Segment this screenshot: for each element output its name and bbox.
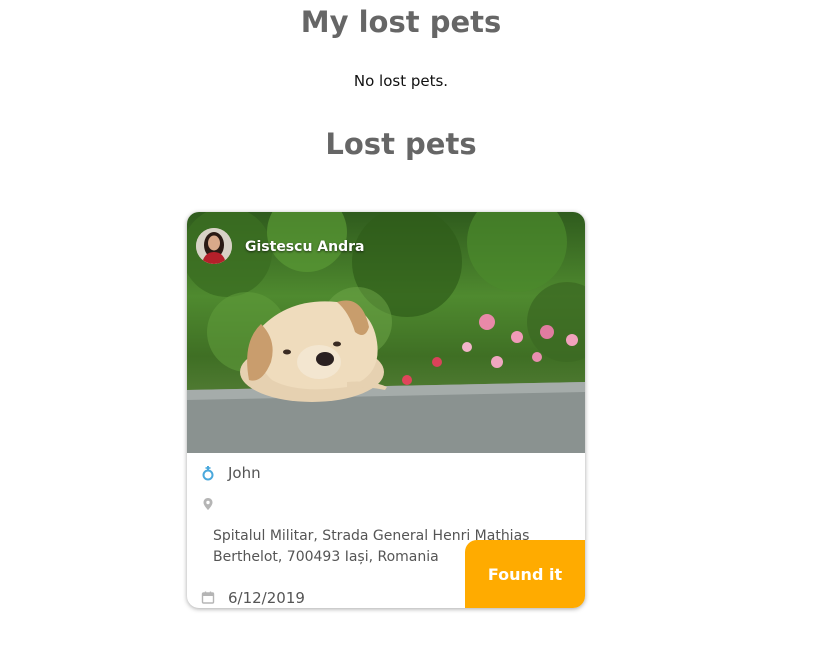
lost-pets-heading: Lost pets (325, 127, 477, 161)
page: My lost pets No lost pets. Lost pets Gis… (0, 0, 828, 668)
pet-name: John (228, 464, 261, 482)
map-pin-icon (201, 496, 217, 514)
male-gender-icon (201, 464, 217, 482)
lost-pet-card[interactable]: Gistescu Andra John Spitalul Militar, St… (187, 212, 585, 608)
no-lost-pets-message: No lost pets. (353, 72, 449, 90)
lost-date: 6/12/2019 (228, 589, 305, 607)
owner-name[interactable]: Gistescu Andra (245, 239, 364, 255)
found-it-button[interactable]: Found it (465, 540, 585, 608)
calendar-icon (201, 589, 217, 607)
pet-photo: Gistescu Andra (187, 212, 585, 453)
my-lost-pets-heading: My lost pets (300, 5, 502, 39)
owner-avatar[interactable] (196, 228, 232, 264)
